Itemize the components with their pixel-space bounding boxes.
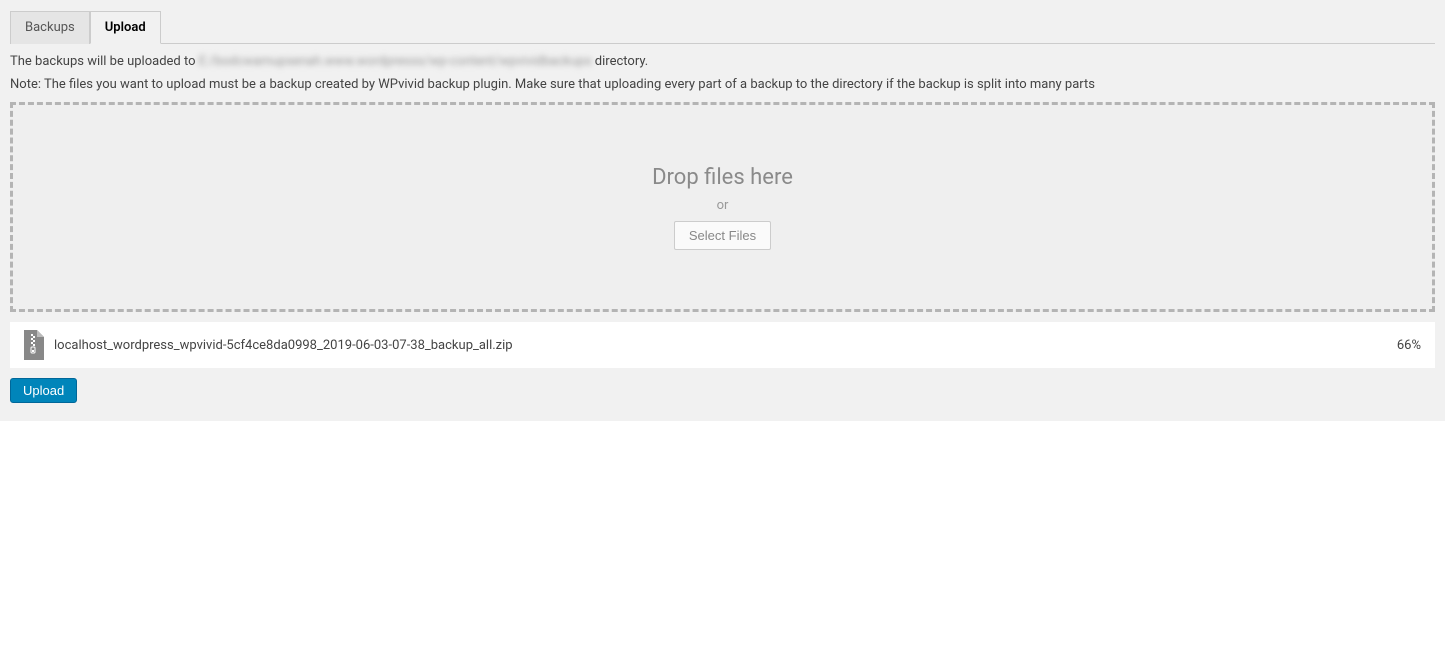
upload-path-text: The backups will be uploaded to E:/bodcw… <box>10 54 1435 69</box>
tab-backups[interactable]: Backups <box>10 11 90 44</box>
dropzone-title: Drop files here <box>652 165 793 190</box>
tabs-bar: Backups Upload <box>10 10 1435 44</box>
file-row: localhost_wordpress_wpvivid-5cf4ce8da099… <box>10 322 1435 368</box>
upload-button[interactable]: Upload <box>10 378 77 403</box>
dropzone[interactable]: Drop files here or Select Files <box>10 102 1435 312</box>
upload-note: Note: The files you want to upload must … <box>10 77 1435 92</box>
upload-panel: Backups Upload The backups will be uploa… <box>0 0 1445 421</box>
upload-prefix: The backups will be uploaded to <box>10 54 199 69</box>
zip-file-icon <box>20 330 44 360</box>
upload-path-blurred: E:/bodcwamupsenah.www.wordpresss/wp-cont… <box>199 54 592 69</box>
file-name: localhost_wordpress_wpvivid-5cf4ce8da099… <box>54 338 1387 353</box>
tab-upload[interactable]: Upload <box>90 11 161 44</box>
dropzone-or: or <box>717 198 729 213</box>
upload-suffix: directory. <box>592 54 649 69</box>
select-files-button[interactable]: Select Files <box>674 221 771 250</box>
file-percent: 66% <box>1397 338 1421 353</box>
